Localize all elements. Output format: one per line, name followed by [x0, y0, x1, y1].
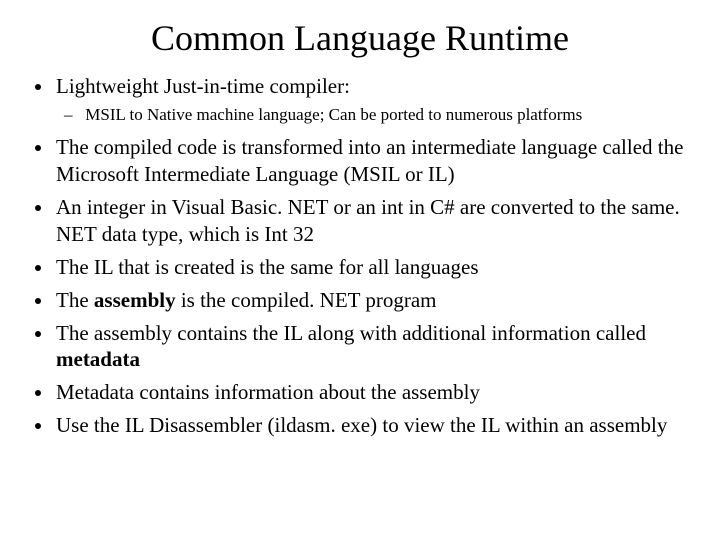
list-item: MSIL to Native machine language; Can be … — [86, 104, 692, 126]
slide: Common Language Runtime Lightweight Just… — [0, 0, 720, 540]
bullet-text: Metadata contains information about the … — [56, 380, 480, 404]
bullet-text: The IL that is created is the same for a… — [56, 255, 479, 279]
list-item: Metadata contains information about the … — [54, 379, 692, 406]
list-item: The assembly is the compiled. NET progra… — [54, 287, 692, 314]
list-item: The assembly contains the IL along with … — [54, 320, 692, 374]
bullet-text: The — [56, 288, 94, 312]
bullet-text: The assembly contains the IL along with … — [56, 321, 646, 345]
bullet-text: MSIL to Native machine language; Can be … — [85, 105, 582, 124]
bullet-text: Lightweight Just-in-time compiler: — [56, 74, 350, 98]
slide-title: Common Language Runtime — [28, 18, 692, 59]
bullet-list: Lightweight Just-in-time compiler: MSIL … — [28, 73, 692, 439]
list-item: The compiled code is transformed into an… — [54, 134, 692, 188]
bold-term-assembly: assembly — [94, 288, 176, 312]
list-item: An integer in Visual Basic. NET or an in… — [54, 194, 692, 248]
bold-term-metadata: metadata — [56, 347, 140, 371]
bullet-text: is the compiled. NET program — [176, 288, 437, 312]
bullet-text: Use the IL Disassembler (ildasm. exe) to… — [56, 413, 667, 437]
list-item: The IL that is created is the same for a… — [54, 254, 692, 281]
sub-list: MSIL to Native machine language; Can be … — [56, 104, 692, 126]
list-item: Use the IL Disassembler (ildasm. exe) to… — [54, 412, 692, 439]
bullet-text: An integer in Visual Basic. NET or an in… — [56, 195, 680, 246]
list-item: Lightweight Just-in-time compiler: MSIL … — [54, 73, 692, 126]
bullet-text: The compiled code is transformed into an… — [56, 135, 683, 186]
